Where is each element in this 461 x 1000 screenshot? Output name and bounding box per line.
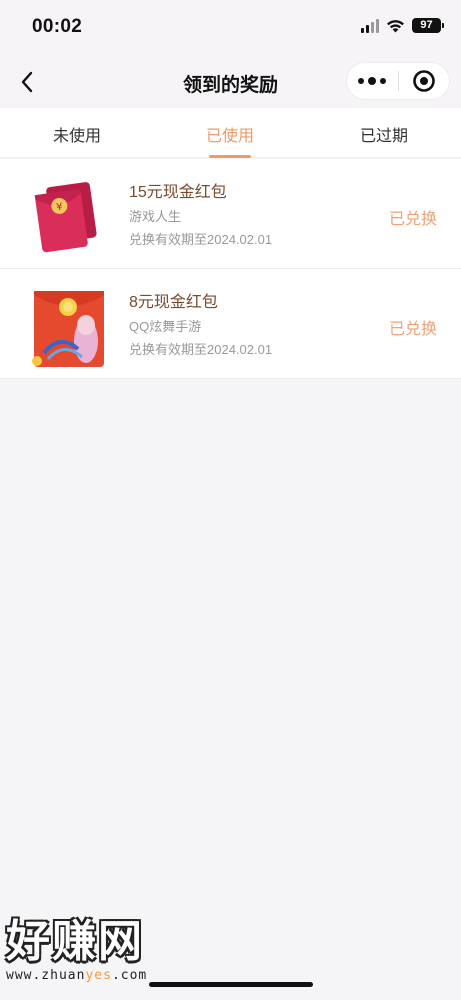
signal-icon — [361, 18, 379, 33]
nav-bar: 领到的奖励 — [0, 56, 461, 108]
reward-source: QQ炫舞手游 — [129, 319, 202, 334]
reward-status: 已兑换 — [388, 211, 437, 228]
battery-icon: 97 — [412, 18, 444, 33]
status-time: 00:02 — [32, 16, 83, 37]
status-icons: 97 — [361, 18, 444, 33]
game-red-envelope-icon — [26, 283, 108, 369]
watermark-url-suffix: .com — [111, 968, 148, 983]
reward-title: 15元现金红包 — [129, 184, 227, 201]
status-bar: 00:02 97 — [0, 0, 461, 56]
tab-bar: 未使用 已使用 已过期 — [0, 108, 461, 158]
tab-used[interactable]: 已使用 — [180, 122, 280, 146]
watermark-url-prefix: www.zhuan — [6, 968, 86, 983]
reward-card[interactable]: ¥ 15元现金红包 游戏人生 兑换有效期至2024.02.01 已兑换 — [0, 159, 461, 269]
site-watermark: 好赚网 www.zhuanyes.com — [6, 918, 206, 988]
watermark-logo-text: 好赚网 — [6, 916, 144, 967]
reward-list: ¥ 15元现金红包 游戏人生 兑换有效期至2024.02.01 已兑换 8元现金… — [0, 159, 461, 379]
tab-expired[interactable]: 已过期 — [334, 122, 434, 146]
reward-title: 8元现金红包 — [129, 294, 218, 311]
more-button[interactable] — [347, 77, 398, 85]
active-tab-indicator — [209, 155, 251, 158]
tab-unused[interactable]: 未使用 — [27, 122, 127, 146]
reward-source: 游戏人生 — [129, 209, 182, 224]
wifi-icon — [386, 19, 405, 33]
watermark-url: www.zhuanyes.com — [6, 968, 206, 983]
watermark-url-accent: yes — [85, 968, 112, 983]
red-envelope-icon: ¥ — [28, 177, 106, 257]
mini-program-capsule — [346, 62, 450, 100]
close-button[interactable] — [398, 69, 449, 93]
home-indicator — [149, 982, 313, 987]
reward-expiry: 兑换有效期至2024.02.01 — [129, 342, 273, 357]
reward-status: 已兑换 — [388, 321, 437, 338]
reward-expiry: 兑换有效期至2024.02.01 — [129, 232, 273, 247]
target-circle-icon — [412, 70, 435, 92]
more-dots-icon — [358, 78, 365, 84]
reward-card[interactable]: 8元现金红包 QQ炫舞手游 兑换有效期至2024.02.01 已兑换 — [0, 269, 461, 379]
